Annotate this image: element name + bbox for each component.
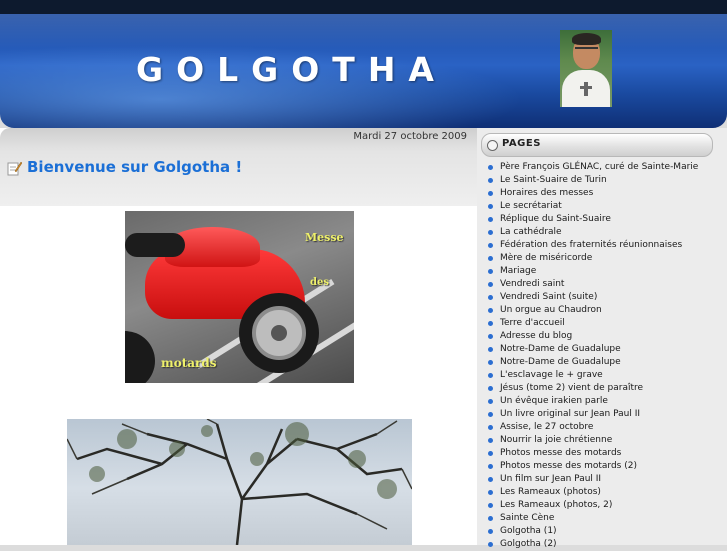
site-title[interactable]: GOLGOTHA <box>136 50 447 90</box>
circle-icon <box>487 140 498 151</box>
post-title[interactable]: Bienvenue sur Golgotha ! <box>27 158 242 176</box>
page-link[interactable]: Vendredi Saint (suite) <box>485 291 698 304</box>
sidebar-pages-title: PAGES <box>502 138 541 149</box>
page-link[interactable]: Fédération des fraternités réunionnaises <box>485 239 698 252</box>
page-link[interactable]: Terre d'accueil <box>485 317 698 330</box>
page-link[interactable]: Nourrir la joie chrétienne <box>485 434 698 447</box>
page-link[interactable]: Un évêque irakien parle <box>485 395 698 408</box>
page-link[interactable]: Notre-Dame de Guadalupe <box>485 356 698 369</box>
page-link[interactable]: Père François GLÉNAC, curé de Sainte-Mar… <box>485 161 698 174</box>
page-link[interactable]: Les Rameaux (photos) <box>485 486 698 499</box>
page-link[interactable]: Photos messe des motards (2) <box>485 460 698 473</box>
post-edit-icon <box>7 161 22 176</box>
page-link[interactable]: Assise, le 27 octobre <box>485 421 698 434</box>
page-link[interactable]: Sainte Cène <box>485 512 698 525</box>
page-link[interactable]: Mariage <box>485 265 698 278</box>
photo-caption: motards <box>161 356 217 370</box>
photo-caption: Messe <box>305 231 344 244</box>
page-link[interactable]: Les Rameaux (photos, 2) <box>485 499 698 512</box>
page-link[interactable]: Le Saint-Suaire de Turin <box>485 174 698 187</box>
page-link[interactable]: Golgotha (1) <box>485 525 698 538</box>
page-link[interactable]: Vendredi saint <box>485 278 698 291</box>
page-link[interactable]: Jésus (tome 2) vient de paraître <box>485 382 698 395</box>
page-link[interactable]: La cathédrale <box>485 226 698 239</box>
page-link[interactable]: Réplique du Saint-Suaire <box>485 213 698 226</box>
page-link[interactable]: Un film sur Jean Paul II <box>485 473 698 486</box>
page-link[interactable]: Le secrétariat <box>485 200 698 213</box>
page-link[interactable]: Un orgue au Chaudron <box>485 304 698 317</box>
page-link[interactable]: Un livre original sur Jean Paul II <box>485 408 698 421</box>
page-link[interactable]: Notre-Dame de Guadalupe <box>485 343 698 356</box>
pages-list: Père François GLÉNAC, curé de Sainte-Mar… <box>485 161 698 551</box>
author-portrait <box>560 30 612 107</box>
page-link[interactable]: L'esclavage le + grave <box>485 369 698 382</box>
top-bar <box>0 0 727 14</box>
page-link[interactable]: Adresse du blog <box>485 330 698 343</box>
page-link[interactable]: Mère de miséricorde <box>485 252 698 265</box>
post-date: Mardi 27 octobre 2009 <box>353 131 467 142</box>
tree-photo[interactable] <box>67 419 412 545</box>
page-link[interactable]: Photos messe des motards <box>485 447 698 460</box>
motorcycle-photo[interactable]: Messe des motards <box>125 211 354 383</box>
page-link[interactable]: Horaires des messes <box>485 187 698 200</box>
photo-caption: des <box>310 277 329 288</box>
